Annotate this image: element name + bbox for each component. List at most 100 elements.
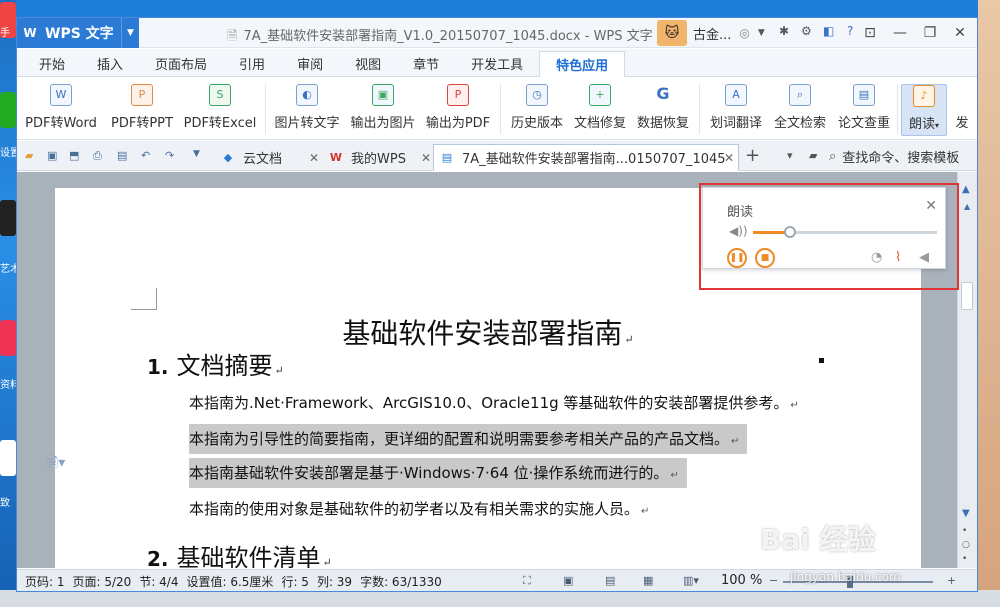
tab-review[interactable]: 审阅 <box>281 50 339 76</box>
tab-view[interactable]: 视图 <box>339 50 397 76</box>
volume-slider[interactable] <box>753 226 937 238</box>
fullscreen-icon[interactable]: ⛶ <box>523 574 531 588</box>
desktop-icon[interactable] <box>0 92 16 128</box>
desktop-icon[interactable] <box>0 200 16 236</box>
scrollbar-thumb[interactable] <box>961 282 973 310</box>
doc-tab-active-document[interactable]: ▤ 7A_基础软件安装部署指南...0150707_1045 ✕ <box>433 144 739 171</box>
plagiarism-check-button[interactable]: ▤ 论文查重 <box>833 84 895 136</box>
minimize-button[interactable]: — <box>885 18 915 48</box>
user-account[interactable]: 🐱 古金... ◎ ▼ <box>657 20 765 46</box>
pin-icon[interactable]: ▾ <box>787 149 793 162</box>
reading-view-icon[interactable]: ▥▾ <box>683 574 699 587</box>
excel-icon: S <box>209 84 231 106</box>
fulltext-search-button[interactable]: ⌕ 全文检索 <box>769 84 831 136</box>
section-heading[interactable]: 1. 文档摘要 ↵ <box>147 346 284 381</box>
tab-references[interactable]: 引用 <box>223 50 281 76</box>
page-view-icon[interactable]: ▣ <box>563 574 573 587</box>
image-to-text-button[interactable]: ◐ 图片转文字 <box>271 84 343 136</box>
paragraph-selected[interactable]: 本指南基础软件安装部署是基于·Windows·7·64 位·操作系统而进行的。 ↵ <box>189 458 687 488</box>
chevron-down-icon[interactable]: ▾ <box>935 121 939 130</box>
chevron-down-icon[interactable]: ▼ <box>193 149 200 159</box>
pin-window-button[interactable]: ⊡ <box>855 18 885 48</box>
print-icon[interactable]: ⎙ <box>93 149 102 163</box>
voice-tone-icon[interactable]: ⌇ <box>895 250 901 265</box>
paragraph-layout-icon[interactable]: 🗎▾ <box>47 452 65 476</box>
status-word-count[interactable]: 字数: 63/1330 <box>360 573 442 590</box>
close-icon[interactable]: ✕ <box>724 151 734 165</box>
paragraph[interactable]: 本指南为.Net·Framework、ArcGIS10.0、Oracle11g … <box>189 388 807 418</box>
restore-button[interactable]: ❐ <box>915 18 945 48</box>
title-bar: W WPS 文字 ▼ 🗎 7A_基础软件安装部署指南_V1.0_20150707_… <box>17 18 977 48</box>
tab-page-layout[interactable]: 页面布局 <box>139 50 223 76</box>
save-icon[interactable]: ▣ <box>47 149 57 162</box>
export-icon[interactable]: ⬒ <box>69 149 79 162</box>
quick-access-toolbar: ▰ ▣ ⬒ ⎙ ▤ ↶ ↷ ▼ ◆ 云文档 ✕ W 我的WPS ✕ ▤ 7A_基… <box>17 141 977 171</box>
undo-icon[interactable]: ↶ <box>141 149 150 162</box>
volume-slider-handle[interactable] <box>783 226 796 238</box>
new-tab-icon[interactable]: + <box>745 145 760 166</box>
help-icon[interactable]: ? <box>847 24 853 38</box>
doc-tab-cloud[interactable]: ◆ 云文档 ✕ <box>215 144 321 171</box>
tab-special-apps[interactable]: 特色应用 <box>539 51 626 77</box>
previous-page-icon[interactable]: • <box>962 526 967 536</box>
volume-icon[interactable]: ◀)) <box>729 224 748 238</box>
tab-home[interactable]: 开始 <box>23 50 81 76</box>
word-translate-button[interactable]: A 划词翻译 <box>705 84 767 136</box>
pdf-to-word-button[interactable]: W PDF转Word <box>23 84 99 136</box>
print-preview-icon[interactable]: ▤ <box>117 149 127 162</box>
close-button[interactable]: ✕ <box>945 18 975 48</box>
tab-list-icon[interactable]: ▰ <box>809 149 817 162</box>
tab-developer[interactable]: 开发工具 <box>455 50 539 76</box>
document-repair-button[interactable]: + 文档修复 <box>570 84 630 136</box>
desktop-icon[interactable] <box>0 440 16 476</box>
outline-view-icon[interactable]: ▦ <box>643 574 653 587</box>
next-page-icon[interactable]: • <box>962 554 967 564</box>
history-icon: ◷ <box>526 84 548 106</box>
redo-icon[interactable]: ↷ <box>165 149 174 162</box>
read-aloud-button[interactable]: ♪ 朗读▾ <box>901 84 947 136</box>
pdf-to-excel-button[interactable]: S PDF转Excel <box>183 84 257 136</box>
zoom-out-icon[interactable]: − <box>769 574 778 587</box>
send-button[interactable]: ·发 <box>949 84 975 136</box>
medal-icon[interactable]: ◎ <box>739 26 749 40</box>
browse-object-icon[interactable]: ○ <box>962 540 970 550</box>
user-name[interactable]: 古金... <box>693 24 731 43</box>
close-icon[interactable]: ✕ <box>925 198 937 214</box>
history-version-button[interactable]: ◷ 历史版本 <box>507 84 567 136</box>
feedback-icon[interactable]: ◧ <box>823 24 834 38</box>
command-search[interactable]: ⌕ 查找命令、搜索模板 <box>829 144 959 168</box>
status-page[interactable]: 页面: 5/20 <box>73 573 132 590</box>
export-image-button[interactable]: ▣ 输出为图片 <box>347 84 419 136</box>
paragraph[interactable]: 本指南的使用对象是基础软件的初学者以及有相关需求的实施人员。 ↵ <box>189 494 657 524</box>
close-icon[interactable]: ✕ <box>421 151 431 165</box>
paragraph-selected[interactable]: 本指南为引导性的简要指南，更详细的配置和说明需要参考相关产品的产品文档。 ↵ <box>189 424 748 454</box>
app-menu-button[interactable]: W WPS 文字 ▼ <box>17 18 139 48</box>
section-heading[interactable]: 2. 基础软件清单 ↵ <box>147 538 332 568</box>
web-view-icon[interactable]: ▤ <box>605 574 615 587</box>
zoom-in-icon[interactable]: + <box>947 574 956 587</box>
skin-icon[interactable]: ✱ <box>779 24 789 38</box>
vertical-scrollbar[interactable]: ▲ ▲ ▼ • ○ • <box>957 172 977 568</box>
speed-icon[interactable]: ◔ <box>871 250 882 265</box>
doc-tab-my-wps[interactable]: W 我的WPS ✕ <box>323 144 433 171</box>
pause-button[interactable]: ❚❚ <box>727 248 747 268</box>
stop-button[interactable]: ■ <box>755 248 775 268</box>
export-pdf-button[interactable]: P 输出为PDF <box>423 84 493 136</box>
pdf-to-ppt-button[interactable]: P PDF转PPT <box>107 84 177 136</box>
data-recovery-button[interactable]: G 数据恢复 <box>633 84 693 136</box>
page-up-icon[interactable]: ▲ <box>962 184 970 195</box>
scroll-up-icon[interactable]: ▲ <box>964 202 970 211</box>
scroll-down-icon[interactable]: ▼ <box>962 508 970 519</box>
tab-insert[interactable]: 插入 <box>81 50 139 76</box>
tab-chapter[interactable]: 章节 <box>397 50 455 76</box>
settings-icon[interactable]: ⚙ <box>801 24 812 38</box>
chevron-down-icon[interactable]: ▼ <box>758 28 765 38</box>
voice-select-icon[interactable]: ◀ <box>919 250 929 265</box>
zoom-level[interactable]: 100 % <box>721 573 762 588</box>
avatar[interactable]: 🐱 <box>657 20 687 46</box>
desktop-icon[interactable] <box>0 320 16 356</box>
chevron-down-icon[interactable]: ▼ <box>121 18 139 48</box>
close-icon[interactable]: ✕ <box>309 151 319 165</box>
open-folder-icon[interactable]: ▰ <box>25 149 33 162</box>
menu-tabs: 开始 插入 页面布局 引用 审阅 视图 章节 开发工具 特色应用 <box>17 49 977 77</box>
